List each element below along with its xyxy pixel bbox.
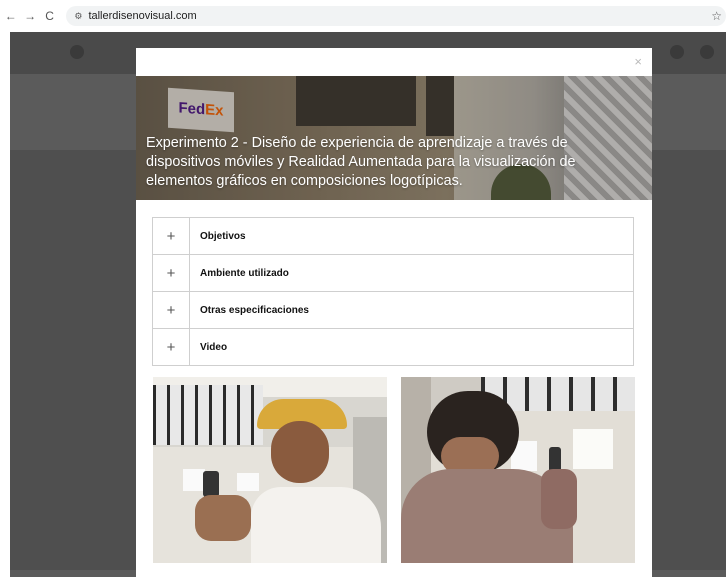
tune-icon[interactable]: ⚙ — [74, 11, 82, 22]
accordion-label[interactable]: Video — [190, 329, 227, 365]
forward-icon[interactable]: → — [21, 9, 38, 23]
bookmark-star-icon[interactable]: ☆ — [711, 9, 722, 23]
accordion-label[interactable]: Otras especificaciones — [190, 292, 309, 328]
accordion: + Objetivos + Ambiente utilizado + Otras… — [152, 217, 634, 366]
plus-icon[interactable]: + — [153, 292, 190, 328]
hero-banner: FedEx Experimento 2 - Diseño de experien… — [136, 76, 652, 200]
accordion-item-ambiente[interactable]: + Ambiente utilizado — [153, 254, 633, 291]
background-icon — [670, 45, 684, 59]
plus-icon[interactable]: + — [153, 329, 190, 365]
accordion-item-objetivos[interactable]: + Objetivos — [153, 218, 633, 254]
close-button[interactable]: × — [634, 54, 642, 69]
experiment-modal: × FedEx Experimento 2 - Diseño de experi… — [136, 48, 652, 577]
plus-icon[interactable]: + — [153, 255, 190, 291]
reload-icon[interactable]: C — [41, 9, 58, 23]
photo-student-cap — [153, 377, 387, 563]
accordion-item-otras-especificaciones[interactable]: + Otras especificaciones — [153, 291, 633, 328]
accordion-item-video[interactable]: + Video — [153, 328, 633, 365]
browser-toolbar: ← → C ⚙ tallerdisenovisual.com ☆ — [0, 0, 726, 32]
accordion-label[interactable]: Ambiente utilizado — [190, 255, 289, 291]
background-icon — [700, 45, 714, 59]
back-icon[interactable]: ← — [2, 9, 19, 23]
photo-student-curly-hair — [401, 377, 635, 563]
background-logo — [70, 45, 84, 59]
modal-title: Experimento 2 - Diseño de experiencia de… — [146, 135, 576, 189]
accordion-label[interactable]: Objetivos — [190, 218, 246, 254]
plus-icon[interactable]: + — [153, 218, 190, 254]
address-bar[interactable]: ⚙ tallerdisenovisual.com — [66, 6, 726, 26]
url-text: tallerdisenovisual.com — [88, 10, 197, 22]
